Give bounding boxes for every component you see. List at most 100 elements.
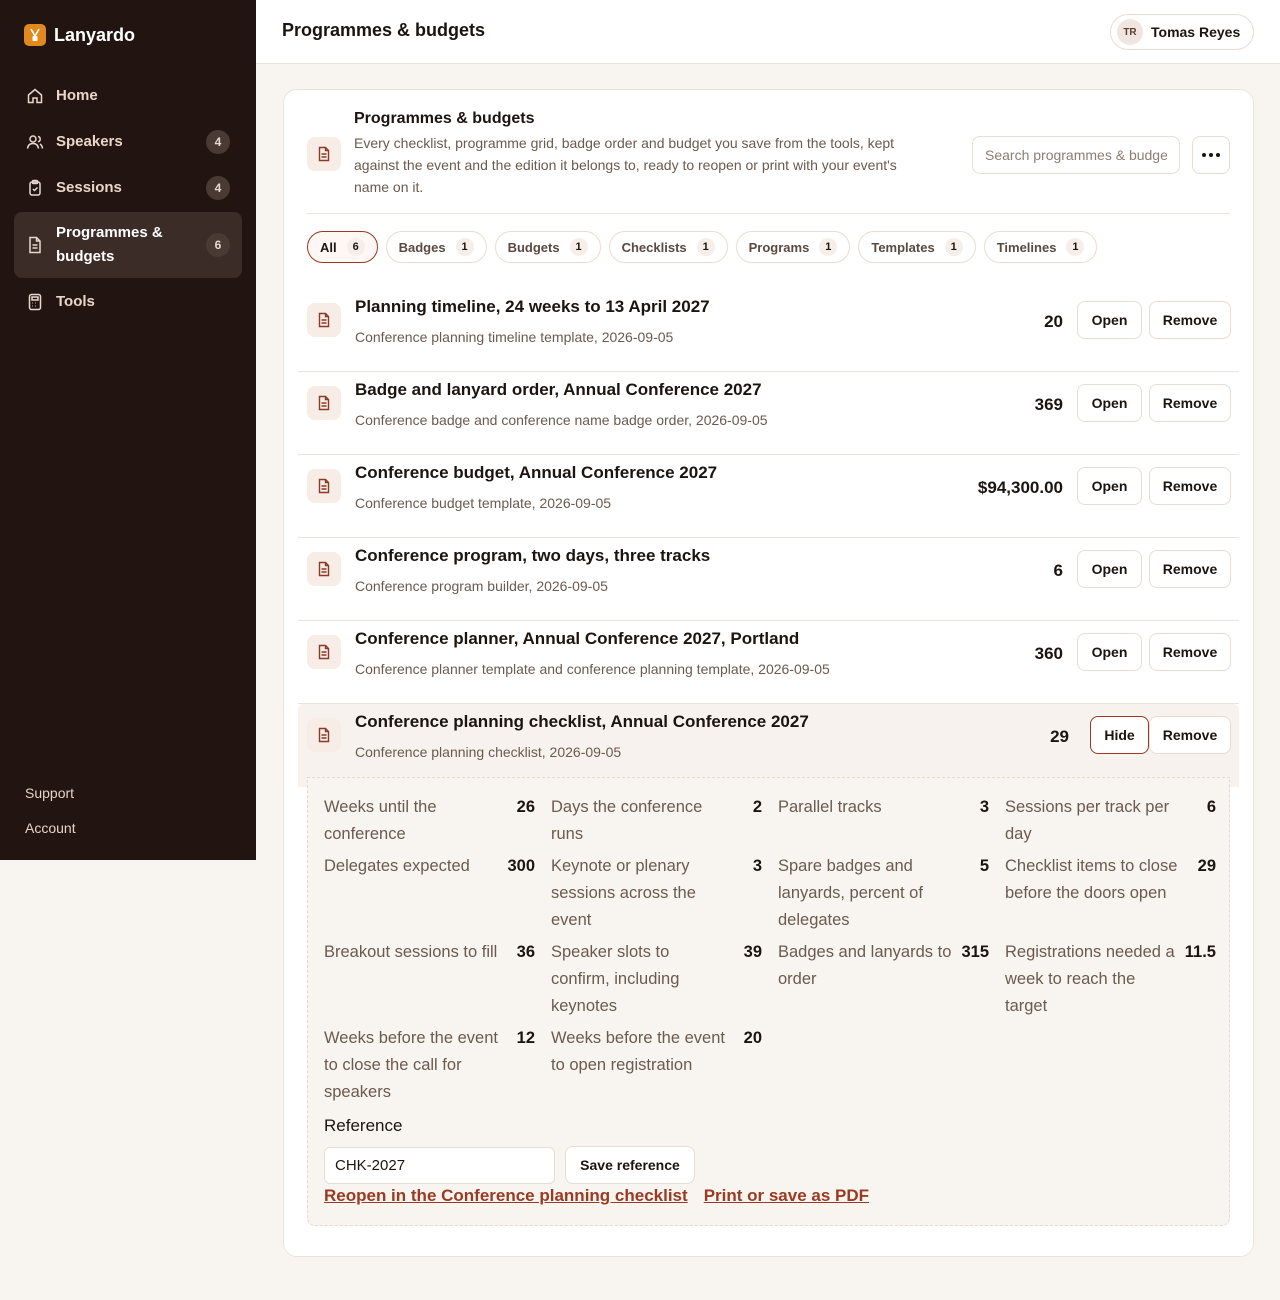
- filter-chip-templates[interactable]: Templates 1: [858, 231, 976, 263]
- open-button[interactable]: Open: [1077, 550, 1142, 588]
- sidebar-item-speakers[interactable]: Speakers 4: [14, 120, 242, 164]
- item-subtitle: Conference program builder, 2026-09-05: [355, 578, 608, 594]
- stat-value: 300: [507, 857, 535, 875]
- dot: [1209, 153, 1213, 157]
- reference-input[interactable]: [324, 1147, 555, 1184]
- app-name: Lanyardo: [54, 24, 136, 45]
- sidebar-item-tools[interactable]: Tools: [14, 280, 242, 324]
- list-item-expanded: Conference planning checklist, Annual Co…: [298, 704, 1239, 787]
- sidebar-item-label: Programmes & budgets: [56, 224, 163, 265]
- item-subtitle: Conference planning timeline template, 2…: [355, 329, 674, 345]
- item-title: Conference budget, Annual Conference 202…: [355, 463, 718, 482]
- hide-button[interactable]: Hide: [1090, 716, 1149, 754]
- saved-items-list: Planning timeline, 24 weeks to 13 April …: [298, 289, 1239, 787]
- remove-button[interactable]: Remove: [1149, 633, 1231, 671]
- item-value: $94,300.00: [977, 478, 1063, 497]
- filter-chip-timelines[interactable]: Timelines 1: [983, 231, 1098, 263]
- remove-button[interactable]: Remove: [1149, 716, 1231, 754]
- filter-chip-budgets[interactable]: Budgets 1: [494, 231, 601, 263]
- stat-label: Weeks before the event to close the call…: [324, 1029, 498, 1101]
- chip-count: 1: [696, 238, 715, 256]
- checklist-detail-panel: Weeks until the conference 2 6 Days the co…: [307, 777, 1230, 1226]
- list-item: Planning timeline, 24 weeks to 13 April …: [298, 289, 1239, 372]
- item-value: 369: [1034, 395, 1063, 414]
- remove-button[interactable]: Remove: [1149, 467, 1231, 505]
- stat-item: Sessions per track per day 6: [1005, 794, 1216, 848]
- document-icon: [307, 303, 341, 337]
- item-title: Badge and lanyard order, Annual Conferen…: [355, 380, 762, 399]
- topbar: Programmes & budgets TR Tomas Reyes: [256, 0, 1280, 64]
- count-badge: 4: [206, 130, 230, 154]
- sidebar-item-label: Tools: [56, 293, 95, 310]
- stat-label: Badges and lanyards to order: [778, 943, 952, 988]
- calculator-icon: [28, 293, 42, 311]
- save-reference-button[interactable]: Save reference: [565, 1146, 695, 1184]
- stat-item: Delegates expected 300: [324, 853, 535, 880]
- stat-item: Checklist items to close before the door…: [1005, 853, 1216, 907]
- remove-button[interactable]: Remove: [1149, 301, 1231, 339]
- open-button[interactable]: Open: [1077, 384, 1142, 422]
- chip-label: Checklists: [621, 239, 687, 255]
- stat-label: Breakout sessions to fill: [324, 943, 498, 961]
- stat-item: Weeks before the event to open registrat…: [551, 1025, 762, 1079]
- card-title: Programmes & budgets: [354, 110, 535, 127]
- stat-value: 2: [752, 798, 762, 816]
- detail-links: Reopen in the Conference planning checkl…: [324, 1186, 869, 1206]
- open-button[interactable]: Open: [1077, 467, 1142, 505]
- chip-count: 1: [944, 238, 963, 256]
- stat-item: Badges and lanyards to order 315: [778, 939, 989, 993]
- user-menu-button[interactable]: TR Tomas Reyes: [1110, 14, 1254, 50]
- stat-item: Parallel tracks 3: [778, 794, 989, 821]
- chip-count: 6: [346, 238, 365, 256]
- filter-chip-all[interactable]: All 6: [307, 231, 378, 263]
- item-subtitle: Conference budget template, 2026-09-05: [355, 495, 612, 511]
- item-value: 29: [1050, 727, 1069, 746]
- chip-count: 1: [455, 238, 474, 256]
- chip-label: Timelines: [996, 239, 1057, 255]
- sidebar-item-programmes-budgets[interactable]: Programmes & budgets 6: [14, 212, 242, 278]
- document-icon: [29, 236, 41, 254]
- sidebar-item-label: Home: [56, 87, 98, 104]
- item-value: 20: [1044, 312, 1063, 331]
- document-icon: [307, 386, 341, 420]
- remove-button[interactable]: Remove: [1149, 384, 1231, 422]
- reopen-link[interactable]: Reopen in the Conference planning checkl…: [324, 1186, 688, 1206]
- stat-item: Days the conference runs 2: [551, 794, 762, 848]
- print-link[interactable]: Print or save as PDF: [704, 1186, 869, 1206]
- filter-chip-checklists[interactable]: Checklists 1: [608, 231, 728, 263]
- filter-chip-badges[interactable]: Badges 1: [385, 231, 487, 263]
- sidebar-footer: Support Account: [25, 782, 76, 852]
- document-icon: [307, 137, 341, 171]
- sidebar-item-home[interactable]: Home: [14, 74, 242, 118]
- support-link[interactable]: Support: [25, 782, 76, 817]
- sidebar-item-sessions[interactable]: Sessions 4: [14, 166, 242, 210]
- open-button[interactable]: Open: [1077, 633, 1142, 671]
- account-link[interactable]: Account: [25, 817, 76, 852]
- stat-value: 6: [1206, 798, 1216, 816]
- chip-label: Templates: [871, 239, 935, 255]
- stat-label: Weeks until the conference: [324, 798, 437, 843]
- stat-value: 36: [516, 943, 535, 961]
- stat-item: Speaker slots to confirm, including keyn…: [551, 939, 762, 1020]
- dot: [1202, 153, 1206, 157]
- stat-value: 39: [743, 943, 762, 961]
- open-button[interactable]: Open: [1077, 301, 1142, 339]
- stat-label: Speaker slots to confirm, including keyn…: [551, 943, 680, 1015]
- stat-item: Keynote or plenary sessions across the e…: [551, 853, 762, 934]
- stat-label: Sessions per track per day: [1005, 798, 1170, 843]
- stat-item: Spare badges and lanyards, percent of de…: [778, 853, 989, 934]
- remove-button[interactable]: Remove: [1149, 550, 1231, 588]
- brand[interactable]: Lanyardo: [24, 24, 135, 46]
- page-title: Programmes & budgets: [282, 20, 486, 40]
- count-badge: 6: [206, 233, 230, 257]
- more-options-button[interactable]: [1192, 136, 1230, 174]
- filter-chip-programs[interactable]: Programs 1: [735, 231, 851, 263]
- stat-label: Registrations needed a week to reach the…: [1005, 943, 1175, 1015]
- stat-label: Delegates expected: [324, 857, 470, 875]
- user-name: Tomas Reyes: [1151, 24, 1241, 40]
- divider: [307, 213, 1230, 214]
- search-input[interactable]: [972, 136, 1180, 174]
- reference-label: Reference: [324, 1116, 403, 1135]
- count-badge: 4: [206, 176, 230, 200]
- stat-value: 11.5: [1184, 943, 1216, 961]
